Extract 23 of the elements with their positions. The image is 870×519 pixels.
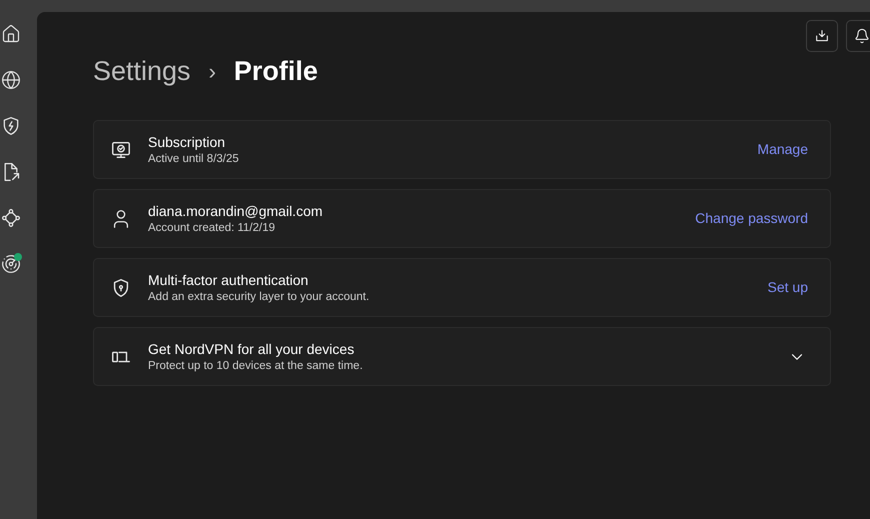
card-title: Get NordVPN for all your devices bbox=[148, 340, 356, 358]
action-link[interactable]: Set up bbox=[768, 277, 808, 298]
nodes-icon[interactable] bbox=[1, 208, 21, 228]
shield-bolt-icon[interactable] bbox=[1, 116, 21, 136]
page-title: Profile bbox=[234, 55, 318, 88]
card-subtitle: Active until 8/3/25 bbox=[148, 152, 240, 166]
breadcrumb-separator: › bbox=[208, 58, 216, 86]
action-link[interactable]: Manage bbox=[757, 139, 808, 160]
globe-icon[interactable] bbox=[1, 70, 21, 90]
breadcrumb-link[interactable]: Settings bbox=[93, 51, 191, 92]
home-icon[interactable] bbox=[1, 24, 21, 44]
card-title: Subscription bbox=[148, 132, 226, 150]
radar-icon[interactable] bbox=[1, 254, 21, 274]
download-button[interactable] bbox=[806, 20, 838, 52]
bell-icon bbox=[854, 28, 870, 44]
card-subtitle: Account created: 11/2/19 bbox=[148, 220, 276, 236]
download-icon bbox=[814, 28, 830, 44]
action-link[interactable]: Change password bbox=[695, 208, 808, 229]
card-subtitle: Add an extra security layer to your account. bbox=[148, 290, 370, 304]
card-title: Multi-factor authentication bbox=[148, 270, 310, 288]
card-subtitle: Protect up to 10 devices at the same time. bbox=[148, 358, 364, 374]
card-title: diana.morandin@gmail.com bbox=[148, 202, 324, 220]
notifications-button[interactable] bbox=[846, 20, 870, 52]
